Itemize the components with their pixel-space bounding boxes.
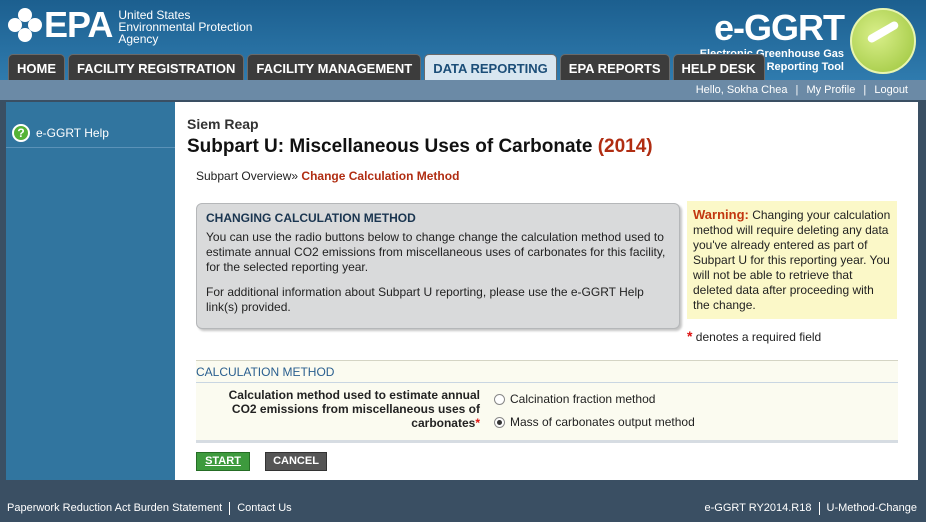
calc-method-label-text: Calculation method used to estimate annu… xyxy=(228,388,480,430)
warning-label: Warning: xyxy=(693,207,749,222)
footer-divider xyxy=(229,501,231,515)
user-utility-bar: Hello, Sokha Chea | My Profile | Logout xyxy=(0,80,926,100)
reporting-year: (2014) xyxy=(597,136,653,157)
radio-calcination-fraction[interactable]: Calcination fraction method xyxy=(494,392,655,406)
calc-method-label: Calculation method used to estimate annu… xyxy=(204,388,480,430)
radio-button-selected[interactable] xyxy=(494,416,505,428)
egggrt-title: e-GGRT xyxy=(713,7,845,48)
footer-info: e-GGRT RY2014.R18 U-Method-Change xyxy=(704,496,917,520)
breadcrumb: Subpart Overview» Change Calculation Met… xyxy=(196,169,459,183)
info-paragraph-1: You can use the radio buttons below to c… xyxy=(206,230,666,274)
section-divider xyxy=(196,440,898,443)
calculation-method-section: CALCULATION METHOD Calculation method us… xyxy=(196,360,898,443)
breadcrumb-separator: » xyxy=(291,169,299,183)
main-nav-tabs: HOME FACILITY REGISTRATION FACILITY MANA… xyxy=(8,54,768,80)
epa-agency-name: United States Environmental Protection A… xyxy=(118,9,252,45)
page-title-text: Subpart U: Miscellaneous Uses of Carbona… xyxy=(187,136,593,157)
my-profile-link[interactable]: My Profile xyxy=(806,84,855,96)
radio-label: Calcination fraction method xyxy=(510,392,656,406)
separator: | xyxy=(863,84,867,96)
section-title: CALCULATION METHOD xyxy=(196,361,898,383)
warning-text: Changing your calculation method will re… xyxy=(693,208,891,312)
required-star: * xyxy=(475,416,480,430)
site-header: EPA United States Environmental Protecti… xyxy=(0,0,926,80)
heron-logo-icon xyxy=(850,8,916,74)
main-area: ? e-GGRT Help Siem Reap Subpart U: Misce… xyxy=(6,102,918,480)
epa-mark-text: EPA xyxy=(44,4,113,45)
tab-facility-registration[interactable]: FACILITY REGISTRATION xyxy=(68,54,245,80)
tab-data-reporting[interactable]: DATA REPORTING xyxy=(424,54,557,80)
cancel-button[interactable]: CANCEL xyxy=(265,452,327,471)
tab-home[interactable]: HOME xyxy=(8,54,65,80)
epa-wordmark: EPA xyxy=(8,4,113,45)
contact-us-link[interactable]: Contact Us xyxy=(237,502,291,514)
page-title: Subpart U: Miscellaneous Uses of Carbona… xyxy=(187,136,653,158)
content-panel: Siem Reap Subpart U: Miscellaneous Uses … xyxy=(175,102,918,480)
epa-flower-icon xyxy=(8,8,42,42)
start-button[interactable]: START xyxy=(196,452,250,471)
breadcrumb-subpart-overview[interactable]: Subpart Overview xyxy=(196,169,291,183)
radio-button[interactable] xyxy=(494,393,505,405)
footer-links: Paperwork Reduction Act Burden Statement… xyxy=(7,496,292,520)
required-note-text: denotes a required field xyxy=(695,330,822,344)
info-box: CHANGING CALCULATION METHOD You can use … xyxy=(196,203,680,329)
paperwork-link[interactable]: Paperwork Reduction Act Burden Statement xyxy=(7,502,222,514)
page-id-text: U-Method-Change xyxy=(826,502,918,514)
help-label: e-GGRT Help xyxy=(36,125,109,140)
tab-help-desk[interactable]: HELP DESK xyxy=(672,54,765,80)
question-mark-icon: ? xyxy=(12,123,30,142)
separator: | xyxy=(795,84,799,96)
info-heading: CHANGING CALCULATION METHOD xyxy=(206,211,416,225)
warning-box: Warning: Changing your calculation metho… xyxy=(687,201,897,319)
radio-label: Mass of carbonates output method xyxy=(510,415,695,429)
tab-facility-management[interactable]: FACILITY MANAGEMENT xyxy=(247,54,422,80)
facility-name: Siem Reap xyxy=(187,116,259,132)
logout-link[interactable]: Logout xyxy=(874,84,908,96)
help-link[interactable]: ? e-GGRT Help xyxy=(6,102,175,148)
sidebar: ? e-GGRT Help xyxy=(6,102,175,480)
epa-logo[interactable]: EPA United States Environmental Protecti… xyxy=(8,6,252,45)
radio-mass-of-carbonates[interactable]: Mass of carbonates output method xyxy=(494,415,695,429)
footer-divider xyxy=(818,501,820,515)
info-paragraph-2: For additional information about Subpart… xyxy=(206,285,644,314)
agency-line-3: Agency xyxy=(118,32,159,46)
breadcrumb-current: Change Calculation Method xyxy=(301,169,460,183)
site-footer: Paperwork Reduction Act Burden Statement… xyxy=(0,496,926,520)
required-star: * xyxy=(687,328,693,344)
version-text: e-GGRT RY2014.R18 xyxy=(704,502,812,514)
required-field-note: * denotes a required field xyxy=(687,328,821,344)
user-greeting: Hello, Sokha Chea xyxy=(695,84,788,96)
tab-epa-reports[interactable]: EPA REPORTS xyxy=(559,54,670,80)
